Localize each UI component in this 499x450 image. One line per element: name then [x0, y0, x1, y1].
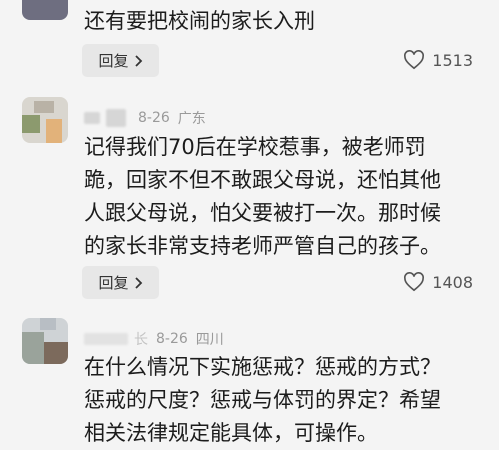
like-button[interactable]: 1513	[403, 50, 473, 70]
comment-line: 还有要把校闹的家长入刑	[84, 9, 315, 33]
avatar[interactable]	[22, 0, 68, 20]
comment-line: 的家长非常支持老师严管自己的孩子。	[84, 234, 441, 258]
comment-location: 广东	[177, 111, 206, 127]
reply-label: 回复	[98, 274, 129, 292]
username-blurred	[84, 112, 100, 124]
chevron-right-icon	[134, 276, 142, 289]
heart-outline-icon	[404, 272, 425, 292]
like-count: 1408	[432, 272, 473, 292]
comment-line: 跪，回家不但不敢跟父母说，还怕其他	[84, 168, 441, 192]
comment-line: 在什么情况下实施惩戒？惩戒的方式？	[84, 355, 441, 379]
reply-button[interactable]: 回复	[82, 266, 159, 299]
comment-line: 惩戒的尺度？惩戒与体罚的界定？希望	[84, 388, 441, 412]
like-button[interactable]: 1408	[403, 272, 473, 292]
comment-meta: 长 8-26 四川	[84, 329, 232, 349]
avatar[interactable]	[22, 318, 68, 364]
reply-label: 回复	[98, 52, 129, 70]
comment-text: 在什么情况下实施惩戒？惩戒的方式？ 惩戒的尺度？惩戒与体罚的界定？希望 相关法律…	[84, 351, 441, 450]
comment-date: 8-26	[138, 110, 170, 126]
username-blurred	[106, 109, 126, 127]
comment-text: 记得我们70后在学校惹事，被老师罚 跪，回家不但不敢跟父母说，还怕其他 人跟父母…	[84, 131, 441, 263]
reply-button[interactable]: 回复	[82, 44, 159, 77]
username-blurred	[84, 333, 128, 345]
comment-line: 人跟父母说，怕父要被打一次。那时候	[84, 201, 441, 225]
comment-line: 相关法律规定能具体，可操作。	[84, 421, 378, 445]
comment-line: 记得我们70后在学校惹事，被老师罚	[84, 135, 426, 159]
like-count: 1513	[432, 50, 473, 70]
comment-date: 8-26	[156, 331, 188, 347]
comment-location: 四川	[195, 332, 224, 348]
avatar[interactable]	[22, 97, 68, 143]
comment-text: 还有要把校闹的家长入刑	[84, 5, 315, 38]
comment-meta: 8-26 广东	[84, 108, 214, 128]
chevron-right-icon	[134, 54, 142, 67]
heart-outline-icon	[404, 50, 425, 70]
username-fragment: 长	[134, 332, 148, 348]
